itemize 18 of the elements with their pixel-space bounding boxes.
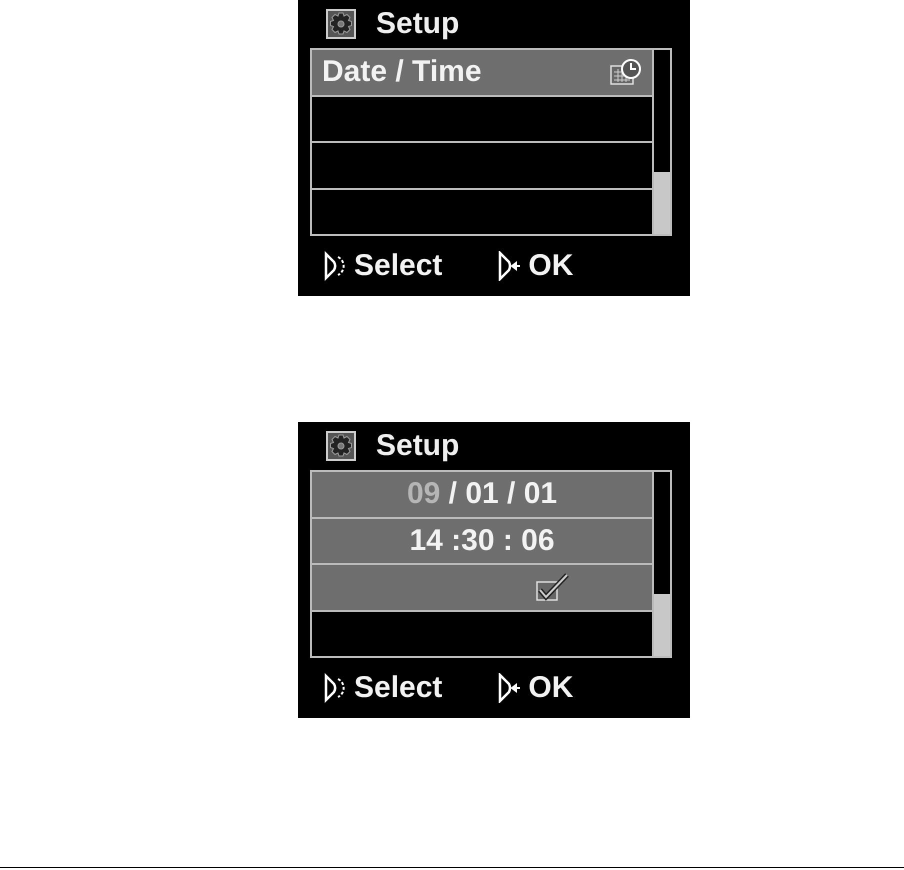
menu-row[interactable]: Date / Time — [312, 50, 652, 96]
field-value: 09 / 01 / 01 — [406, 477, 558, 512]
hint-label: OK — [528, 249, 574, 283]
hint-label: Select — [354, 249, 442, 283]
field-value: 14 :30 : 06 — [409, 524, 555, 558]
scrollbar[interactable] — [652, 472, 670, 656]
menu-label: Date / Time — [322, 55, 482, 90]
scrollbar[interactable] — [652, 50, 670, 234]
menu-row[interactable]: 09 / 01 / 01 — [312, 472, 652, 518]
menu-row[interactable]: 14 :30 : 06 — [312, 518, 652, 565]
menu-row[interactable] — [312, 96, 652, 143]
gear-icon — [326, 431, 356, 461]
gear-icon — [326, 9, 356, 39]
screen-title: Setup — [376, 7, 460, 41]
screen-title: Setup — [376, 429, 460, 463]
calendar-clock-icon — [610, 58, 642, 86]
hint-label: Select — [354, 671, 442, 705]
hint-label: OK — [528, 671, 574, 705]
